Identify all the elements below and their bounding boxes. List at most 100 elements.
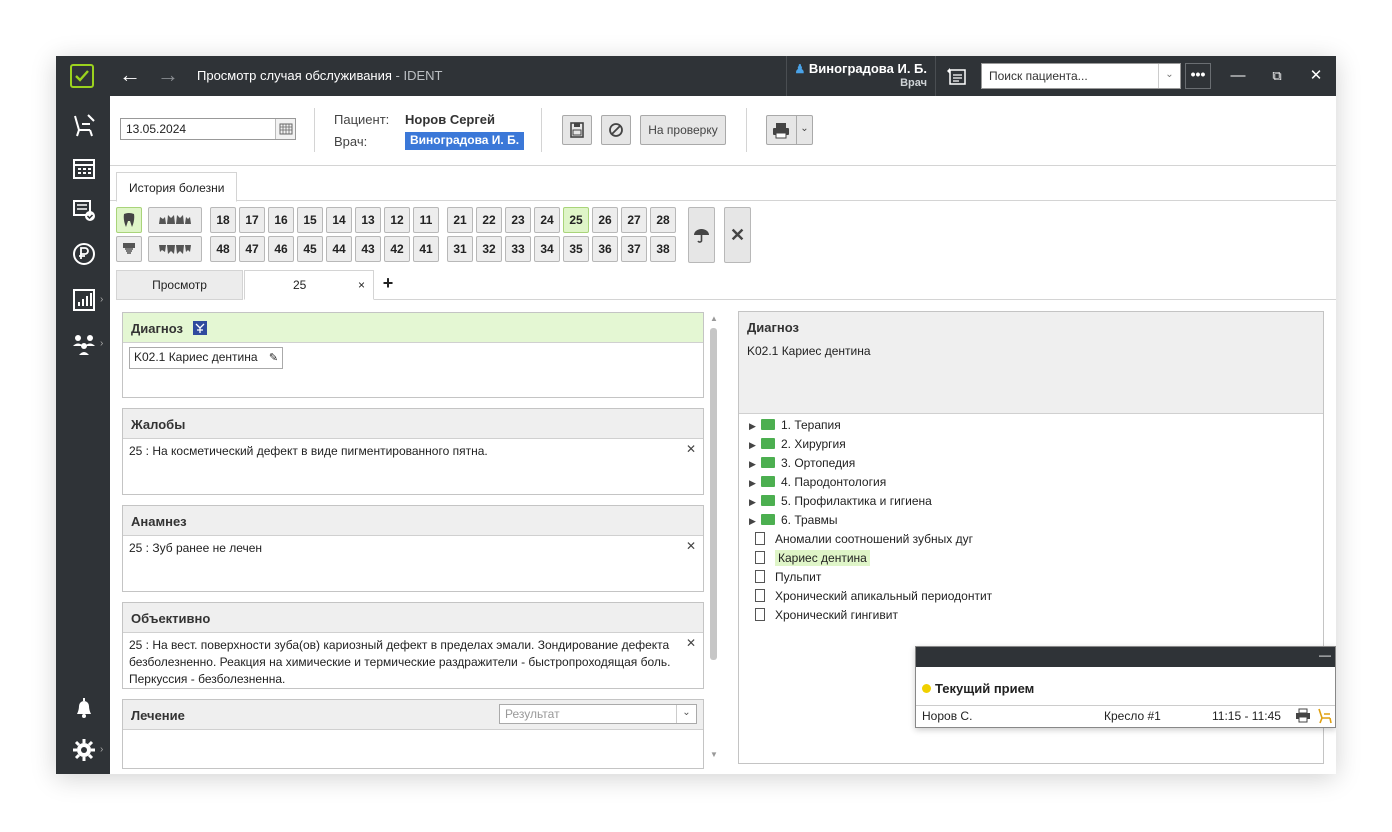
save-button[interactable] [562, 115, 592, 145]
minimize-icon[interactable]: — [1319, 648, 1331, 662]
doctor-name[interactable]: Виноградова И. Б. [405, 132, 525, 150]
expand-arrow-icon[interactable]: ▶ [749, 474, 761, 493]
tooth-48[interactable]: 48 [210, 236, 236, 262]
tooth-41[interactable]: 41 [413, 236, 439, 262]
tooth-15[interactable]: 15 [297, 207, 323, 233]
tree-item[interactable]: Пульпит [749, 568, 821, 587]
patient-search-input[interactable]: Поиск пациента... ⌄ [981, 63, 1181, 89]
minimize-icon[interactable]: — [1228, 66, 1248, 86]
tooth-42[interactable]: 42 [384, 236, 410, 262]
forward-arrow-icon[interactable]: → [156, 64, 180, 88]
tooth-35[interactable]: 35 [563, 236, 589, 262]
records-check-icon[interactable] [70, 196, 98, 224]
tooth-43[interactable]: 43 [355, 236, 381, 262]
patient-name[interactable]: Норов Сергей [405, 112, 495, 127]
tooth-12[interactable]: 12 [384, 207, 410, 233]
clear-selection-icon[interactable]: ✕ [724, 207, 751, 263]
restore-icon[interactable]: ⧉ [1267, 66, 1287, 86]
staff-icon[interactable] [70, 330, 98, 358]
tree-item[interactable]: Хронический апикальный периодонтит [749, 587, 992, 606]
tooth-46[interactable]: 46 [268, 236, 294, 262]
dental-chair-icon[interactable] [70, 112, 98, 140]
tooth-36[interactable]: 36 [592, 236, 618, 262]
expand-arrow-icon[interactable]: ▶ [749, 512, 761, 531]
tree-item[interactable]: Аномалии соотношений зубных дуг [749, 530, 973, 549]
tooth-18[interactable]: 18 [210, 207, 236, 233]
settings-gear-icon[interactable] [70, 736, 98, 764]
tooth-14[interactable]: 14 [326, 207, 352, 233]
close-tab-icon[interactable]: × [358, 271, 365, 299]
tooth-17[interactable]: 17 [239, 207, 265, 233]
expand-arrow-icon[interactable]: ▶ [749, 436, 761, 455]
lower-jaw-icon[interactable] [148, 236, 202, 262]
result-select[interactable]: Результат ⌄ [499, 704, 697, 724]
reports-chart-icon[interactable] [70, 286, 98, 314]
tree-item[interactable]: Хронический гингивит [749, 606, 898, 625]
remove-icon[interactable]: ✕ [686, 441, 696, 458]
finance-ruble-icon[interactable] [70, 240, 98, 268]
more-button[interactable]: ••• [1185, 63, 1211, 89]
chevron-down-icon[interactable]: ⌄ [796, 116, 812, 144]
current-user[interactable]: ♟ Виноградова И. Б. Врач [786, 56, 936, 96]
calendar-icon[interactable] [275, 119, 295, 139]
tooth-45[interactable]: 45 [297, 236, 323, 262]
date-field[interactable]: 13.05.2024 [120, 118, 296, 140]
diagnosis-chip[interactable]: K02.1 Кариес дентина ✎ [129, 347, 284, 369]
print-icon[interactable] [1294, 708, 1312, 724]
chevron-right-icon[interactable]: › [100, 338, 103, 349]
scroll-up-icon[interactable]: ▲ [710, 314, 718, 323]
back-arrow-icon[interactable]: ← [118, 64, 142, 88]
chevron-right-icon[interactable]: › [100, 294, 103, 305]
tab-history[interactable]: История болезни [116, 172, 238, 202]
tooth-21[interactable]: 21 [447, 207, 473, 233]
edit-pencil-icon[interactable]: ✎ [269, 352, 278, 364]
tooth-27[interactable]: 27 [621, 207, 647, 233]
dental-chair-icon[interactable] [1315, 707, 1335, 725]
tooth-47[interactable]: 47 [239, 236, 265, 262]
tooth-44[interactable]: 44 [326, 236, 352, 262]
tab-tooth-25[interactable]: 25 × [244, 270, 374, 300]
print-button[interactable]: ⌄ [766, 115, 813, 145]
recent-patients-icon[interactable] [945, 65, 967, 87]
implant-mode-icon[interactable] [116, 236, 142, 262]
app-logo-icon[interactable] [70, 64, 94, 88]
remove-icon[interactable]: ✕ [686, 635, 696, 652]
scroll-down-icon[interactable]: ▼ [710, 750, 718, 759]
tooth-31[interactable]: 31 [447, 236, 473, 262]
tooth-23[interactable]: 23 [505, 207, 531, 233]
tooth-16[interactable]: 16 [268, 207, 294, 233]
notifications-bell-icon[interactable] [70, 694, 98, 722]
icd-icon[interactable] [192, 321, 207, 335]
send-for-review-button[interactable]: На проверку [640, 115, 726, 145]
tooth-37[interactable]: 37 [621, 236, 647, 262]
tooth-26[interactable]: 26 [592, 207, 618, 233]
left-scrollbar[interactable]: ▲ ▼ [709, 314, 718, 764]
tooth-22[interactable]: 22 [476, 207, 502, 233]
remove-icon[interactable]: ✕ [686, 538, 696, 555]
popup-patient[interactable]: Норов С. [922, 709, 972, 723]
schedule-icon[interactable] [70, 154, 98, 182]
add-tab-button[interactable]: + [378, 270, 398, 300]
chevron-right-icon[interactable]: › [100, 744, 103, 755]
tree-folder[interactable]: ▶ 4. Пародонтология [749, 473, 886, 492]
tooth-34[interactable]: 34 [534, 236, 560, 262]
complaints-body[interactable]: 25 : На косметический дефект в виде пигм… [123, 439, 703, 464]
tooth-11[interactable]: 11 [413, 207, 439, 233]
chevron-down-icon[interactable]: ⌄ [676, 705, 696, 723]
expand-arrow-icon[interactable]: ▶ [749, 493, 761, 512]
expand-arrow-icon[interactable]: ▶ [749, 455, 761, 474]
tree-folder[interactable]: ▶ 5. Профилактика и гигиена [749, 492, 932, 511]
tooth-38[interactable]: 38 [650, 236, 676, 262]
tree-folder[interactable]: ▶ 2. Хирургия [749, 435, 846, 454]
cancel-button[interactable] [601, 115, 631, 145]
scroll-thumb[interactable] [710, 328, 717, 660]
tree-folder[interactable]: ▶ 1. Терапия [749, 416, 841, 435]
upper-jaw-icon[interactable] [148, 207, 202, 233]
tree-folder[interactable]: ▶ 6. Травмы [749, 511, 837, 530]
tooth-13[interactable]: 13 [355, 207, 381, 233]
anamnesis-body[interactable]: 25 : Зуб ранее не лечен ✕ [123, 536, 703, 561]
tooth-32[interactable]: 32 [476, 236, 502, 262]
tree-folder[interactable]: ▶ 3. Ортопедия [749, 454, 855, 473]
tooth-33[interactable]: 33 [505, 236, 531, 262]
tooth-28[interactable]: 28 [650, 207, 676, 233]
